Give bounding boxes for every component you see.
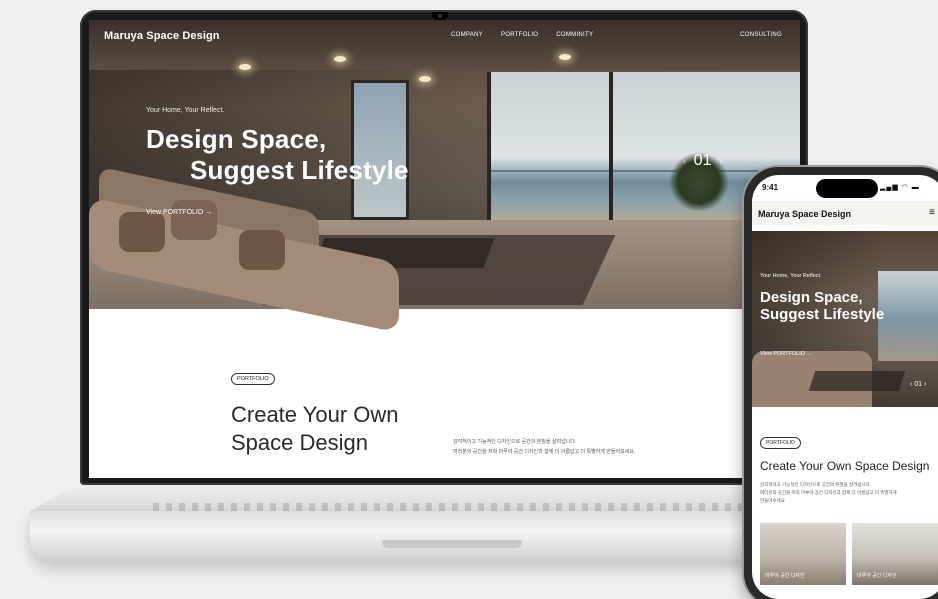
portfolio-desc-line2: 여러분의 공간을 저희 마루야 공간 디자인과 함께 더 아름답고 더 특별하게… <box>453 449 636 455</box>
laptop-screen: Maruya Space Design COMPANY PORTFOLIO CO… <box>89 20 800 478</box>
phone-clock: 9:41 <box>762 183 779 192</box>
hero-pager: ‹ 01 › <box>683 152 722 170</box>
hamburger-menu-icon[interactable]: ≡ <box>929 207 935 218</box>
dynamic-island <box>816 179 878 198</box>
ceiling-light-icon <box>334 56 346 62</box>
hero-sofa <box>89 166 409 333</box>
nav-consulting[interactable]: CONSULTING <box>740 32 782 38</box>
laptop-camera <box>432 12 448 20</box>
nav-community[interactable]: COMMINITY <box>556 32 593 38</box>
site-logo[interactable]: Maruya Space Design <box>104 30 220 42</box>
portfolio-card-label: 마루야 공간 디자인 <box>857 573 897 579</box>
hero-ceiling <box>89 20 800 70</box>
prev-slide-icon[interactable]: ‹ <box>683 157 686 166</box>
portfolio-heading-line2: Space Design <box>231 430 368 455</box>
phone-hero-glass <box>878 271 938 361</box>
phone-hero-tagline: Your Home, Your Reflect. <box>760 273 822 279</box>
next-slide-icon[interactable]: › <box>719 157 722 166</box>
phone-screen: 9:41 ▂▄▆ ◠ ▬ Maruya Space Design ≡ Your … <box>752 175 938 599</box>
nav-company[interactable]: COMPANY <box>451 32 483 38</box>
hero-title-line1: Design Space, <box>146 124 327 154</box>
phone-site-logo[interactable]: Maruya Space Design <box>758 209 851 219</box>
phone-hero-title-line2: Suggest Lifestyle <box>760 306 885 323</box>
laptop-trackpad-notch <box>382 540 522 548</box>
portfolio-card-label: 마루야 공간 디자인 <box>765 573 805 579</box>
hero-banner: Maruya Space Design COMPANY PORTFOLIO CO… <box>89 20 800 333</box>
ceiling-light-icon <box>559 54 571 60</box>
nav-portfolio[interactable]: PORTFOLIO <box>501 32 538 38</box>
phone-hero-table <box>808 371 906 391</box>
camera-lens-icon <box>438 14 442 18</box>
hero-tagline: Your Home, Your Reflect. <box>146 107 225 114</box>
hero-title-line2: Suggest Lifestyle <box>190 155 409 185</box>
phone-desc-line2: 여러분의 공간을 저희 마루야 공간 디자인과 함께 더 아름답고 더 특별하게 <box>760 490 897 495</box>
portfolio-badge: PORTFOLIO <box>231 373 275 385</box>
phone-portfolio-badge: PORTFOLIO <box>760 437 801 449</box>
phone-hero-title-line1: Design Space, <box>760 289 863 306</box>
phone-section-title: Create Your Own Space Design <box>760 459 930 473</box>
phone-desc-line3: 만들어보세요. <box>760 498 787 503</box>
portfolio-heading-line1: Create Your Own <box>231 402 399 427</box>
phone-hero-pager[interactable]: ‹ 01 › <box>910 381 926 388</box>
portfolio-card[interactable]: 마루야 공간 디자인 <box>852 523 938 585</box>
slide-number: 01 <box>693 152 712 169</box>
phone-desc-line1: 감각적이고 기능적인 디자인으로 공간의 본질을 살려냅니다. <box>760 482 871 487</box>
ceiling-light-icon <box>239 64 251 70</box>
sofa-pillow <box>171 200 217 240</box>
sofa-pillow <box>119 212 165 252</box>
view-portfolio-link[interactable]: View PORTFOLIO → <box>146 209 212 216</box>
ceiling-light-icon <box>419 76 431 82</box>
site-nav: COMPANY PORTFOLIO COMMINITY <box>451 32 593 38</box>
signal-wifi-battery-icon: ▂▄▆ ◠ ▬ <box>880 184 920 191</box>
portfolio-card[interactable]: 마루야 공간 디자인 <box>760 523 846 585</box>
hero-horizon <box>489 170 800 172</box>
phone-view-portfolio-link[interactable]: View PORTFOLIO → <box>760 351 812 357</box>
sofa-pillow <box>239 230 285 270</box>
portfolio-desc-line1: 감각적이고 기능적인 디자인으로 공간의 본질을 살려냅니다. <box>453 439 577 445</box>
